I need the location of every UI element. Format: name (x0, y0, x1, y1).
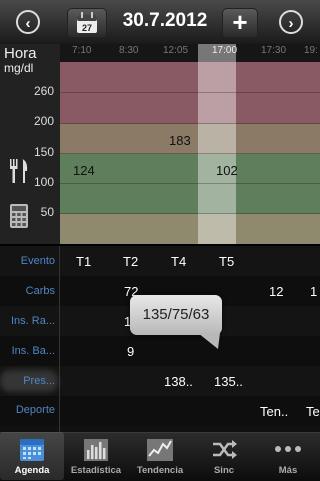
table-cell[interactable]: 135.. (214, 374, 243, 389)
row-label-ins-rapida[interactable]: Ins. Ra... (0, 315, 55, 327)
tab-label: Tendencia (136, 465, 184, 476)
row-label-deporte[interactable]: Deporte (0, 404, 55, 416)
calendar-button[interactable]: 27 (67, 8, 107, 38)
tab-estadistica[interactable]: Estadística (64, 432, 128, 480)
table-cell[interactable]: Te (306, 404, 320, 419)
table-cell[interactable]: T4 (171, 254, 186, 269)
calendar-icon (20, 439, 44, 461)
glucose-reading[interactable]: 102 (216, 163, 238, 178)
tab-mas[interactable]: Más (256, 432, 320, 480)
tab-label: Estadística (70, 465, 122, 476)
x-tick-label: 12:05 (163, 45, 189, 56)
x-tick-label: 17:00 (212, 45, 238, 56)
table-cell[interactable]: 1 (310, 284, 317, 299)
table-cell[interactable]: 9 (127, 344, 134, 359)
column-divider (59, 246, 60, 432)
table-cell[interactable]: T2 (123, 254, 138, 269)
previous-day-button[interactable]: ‹ (16, 10, 40, 34)
tab-label: Agenda (14, 465, 50, 476)
calculator-icon[interactable] (9, 203, 29, 229)
x-tick-label: 8:30 (119, 45, 139, 56)
x-tick-label: 7:10 (72, 45, 92, 56)
grid-line (60, 183, 320, 184)
x-tick-label: 17:30 (261, 45, 287, 56)
current-date: 30.7.2012 (122, 10, 208, 31)
shuffle-icon (213, 440, 237, 459)
row-label-ins-basal[interactable]: Ins. Ba... (0, 345, 55, 357)
row-label-carbs[interactable]: Carbs (0, 285, 55, 297)
tab-agenda[interactable]: Agenda (0, 432, 64, 480)
tab-sinc[interactable]: Sinc (192, 432, 256, 480)
trend-icon (147, 439, 173, 461)
table-cell[interactable]: T5 (219, 254, 234, 269)
row-label-evento[interactable]: Evento (0, 255, 55, 267)
glucose-unit-label: mg/dl (4, 61, 34, 75)
grid-line (60, 213, 320, 214)
chevron-left-icon: ‹ (25, 15, 31, 32)
x-tick-label: 19: (304, 45, 318, 56)
low-range-band (60, 214, 320, 244)
value-tooltip: 135/75/63 (130, 295, 222, 335)
y-tick-label: 260 (33, 84, 54, 98)
tab-tendencia[interactable]: Tendencia (128, 432, 192, 480)
tab-label: Sinc (213, 465, 235, 476)
table-cell[interactable]: Ten.. (260, 404, 288, 419)
glucose-reading[interactable]: 183 (169, 133, 191, 148)
high-range-band (60, 62, 320, 124)
add-entry-button[interactable]: + (222, 8, 258, 38)
row-label-presion[interactable]: Pres... (0, 375, 55, 387)
tooltip-pointer (198, 333, 220, 349)
grid-line (60, 92, 320, 93)
grid-line (60, 153, 320, 154)
table-cell[interactable]: 12 (269, 284, 283, 299)
time-axis-title: Hora (4, 45, 37, 62)
more-icon (275, 446, 301, 452)
next-day-button[interactable]: › (279, 10, 303, 34)
calendar-day-number: 27 (82, 23, 92, 33)
chevron-right-icon: › (288, 15, 294, 32)
table-cell[interactable]: T1 (76, 254, 91, 269)
calendar-icon: 27 (77, 12, 97, 33)
tab-label: Más (278, 465, 298, 476)
selected-time-highlight[interactable] (198, 44, 236, 244)
table-cell[interactable]: 138.. (164, 374, 193, 389)
fork-knife-icon[interactable] (8, 157, 30, 185)
y-tick-label: 200 (33, 114, 54, 128)
glucose-reading[interactable]: 124 (73, 163, 95, 178)
bar-chart-icon (84, 439, 108, 461)
target-range-band (60, 154, 320, 214)
grid-line (60, 123, 320, 124)
